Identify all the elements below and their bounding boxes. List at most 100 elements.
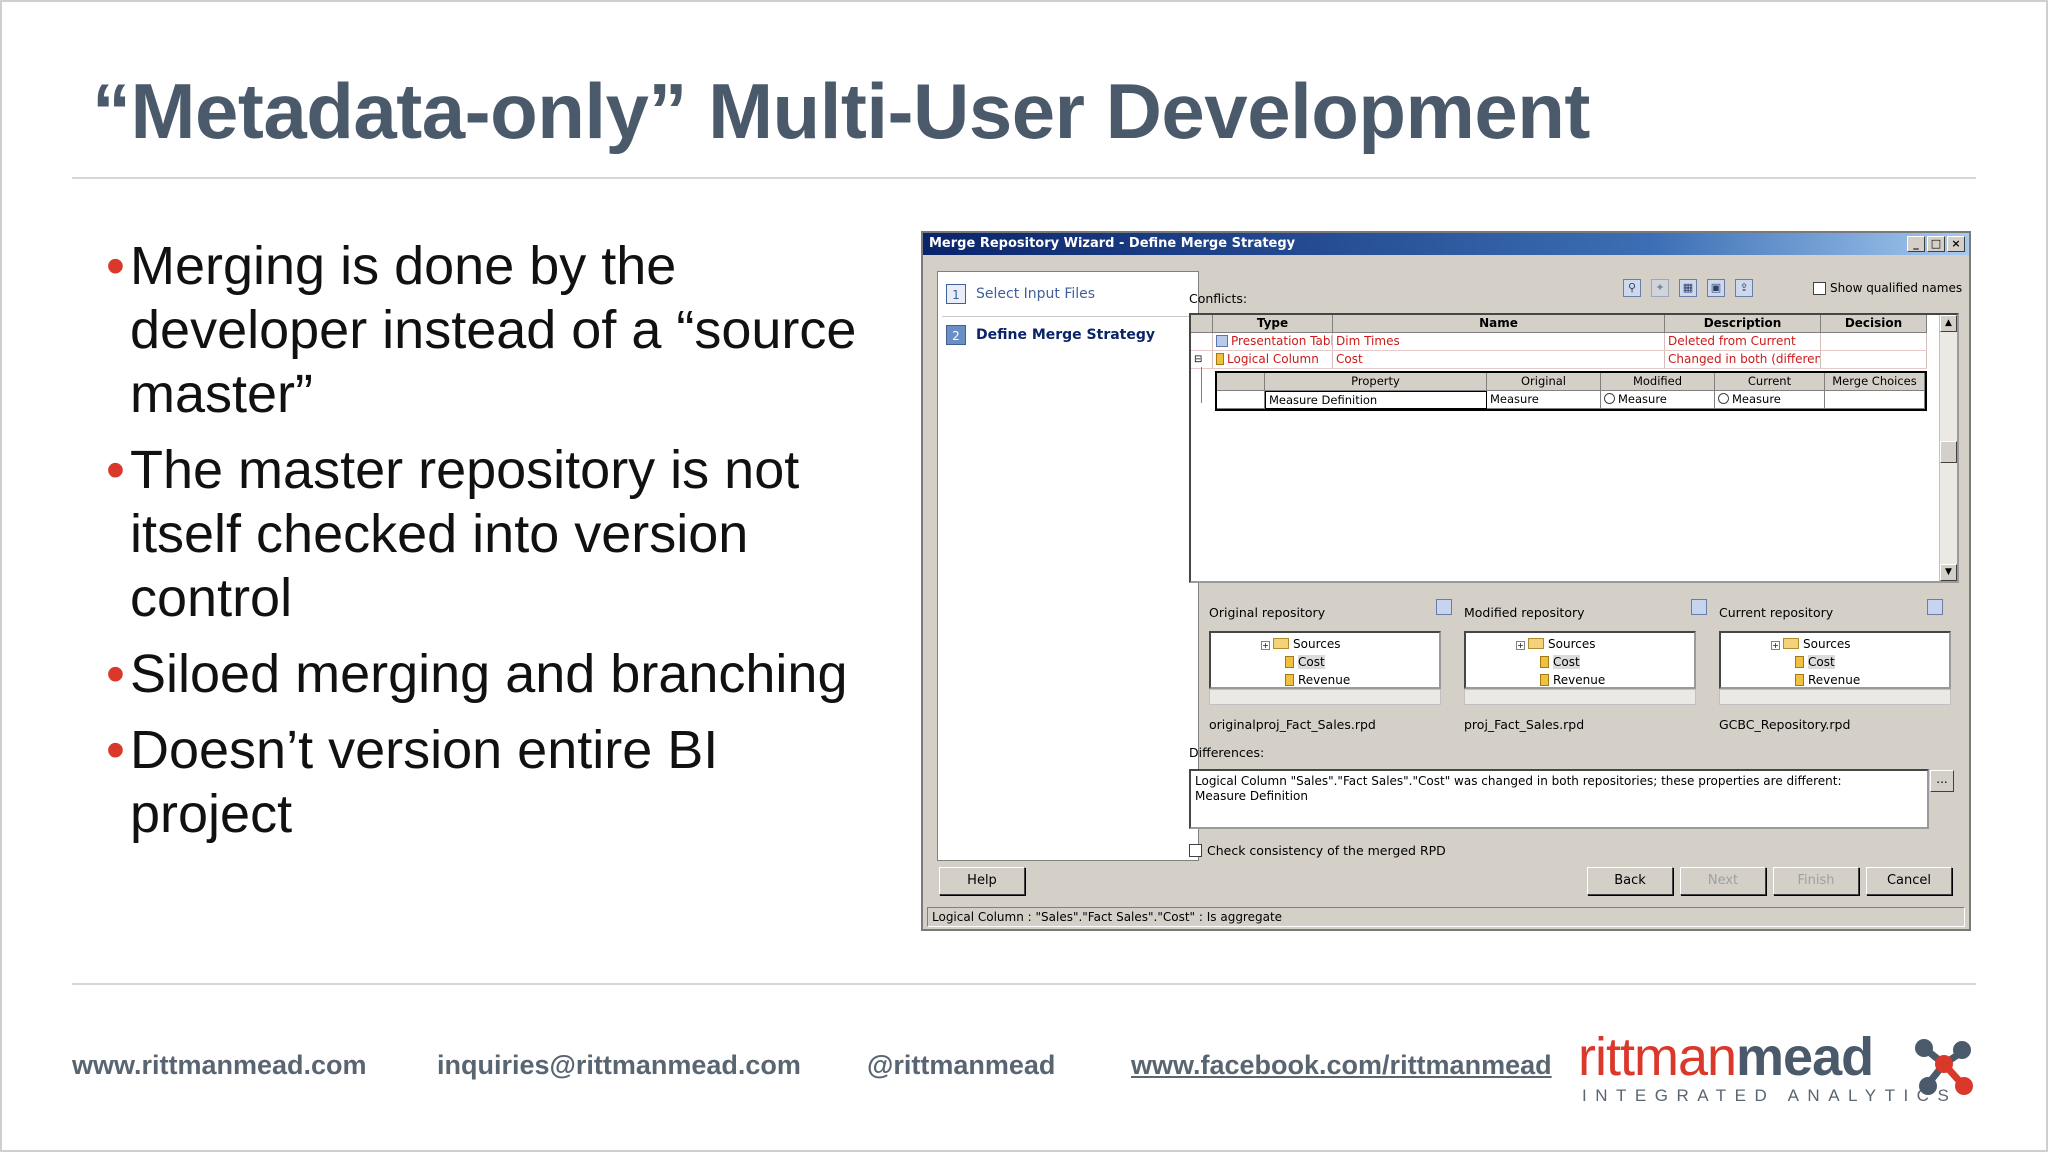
footer-facebook-link[interactable]: www.facebook.com/rittmanmead (1131, 1050, 1552, 1081)
column-header-decision[interactable]: Decision (1821, 315, 1927, 333)
column-header-modified[interactable]: Modified (1601, 373, 1715, 391)
column-header-name[interactable]: Name (1333, 315, 1665, 333)
scroll-thumb[interactable] (1940, 441, 1957, 463)
close-button[interactable]: × (1947, 236, 1965, 252)
next-button[interactable]: Next (1680, 867, 1766, 895)
bullet-text: The master repository is not itself chec… (130, 440, 800, 628)
cell-decision[interactable] (1821, 333, 1927, 350)
repo-options-icon[interactable] (1927, 599, 1943, 615)
cell-merge-choices[interactable] (1825, 391, 1925, 409)
cell-modified[interactable]: Measure (1601, 391, 1715, 409)
row-spacer (1217, 391, 1265, 409)
column-header-property[interactable]: Property (1265, 373, 1487, 391)
checkbox-label: Show qualified names (1830, 281, 1963, 295)
scroll-up-button[interactable]: ▲ (1940, 315, 1957, 332)
column-icon (1795, 656, 1804, 668)
repo-options-icon[interactable] (1691, 599, 1707, 615)
modified-radio[interactable] (1604, 393, 1615, 404)
bullet-text: Doesn’t version entire BI project (130, 720, 719, 844)
original-repo-file: originalproj_Fact_Sales.rpd (1209, 717, 1376, 732)
conflicts-toolbar: ⚲ ✦ ▦ ▣ ⇪ (1623, 279, 1753, 297)
footer-twitter[interactable]: @rittmanmead (867, 1050, 1055, 1081)
repo-options-icon[interactable] (1436, 599, 1452, 615)
current-repo-hscroll[interactable] (1719, 689, 1951, 705)
expand-icon[interactable]: + (1261, 641, 1270, 650)
show-qualified-names-checkbox[interactable]: Show qualified names (1813, 281, 1962, 295)
expand-icon[interactable]: + (1516, 641, 1525, 650)
tree-node-revenue[interactable]: Revenue (1540, 673, 1605, 687)
current-repo-tree[interactable]: + Sources Cost Revenue (1719, 631, 1951, 689)
tree-node-sources[interactable]: + Sources (1516, 637, 1595, 651)
column-header-type[interactable]: Type (1213, 315, 1333, 333)
modified-repo-hscroll[interactable] (1464, 689, 1696, 705)
conflicts-vscroll[interactable]: ▲ ▼ (1939, 315, 1957, 581)
tree-node-cost[interactable]: Cost (1795, 655, 1835, 669)
modified-repo-tree[interactable]: + Sources Cost Revenue (1464, 631, 1696, 689)
conflict-row[interactable]: Presentation Table Dim Times Deleted fro… (1191, 333, 1927, 351)
cell-description: Deleted from Current (1665, 333, 1821, 350)
cell-current[interactable]: Measure (1715, 391, 1825, 409)
minimize-button[interactable]: _ (1907, 236, 1925, 252)
step-define-merge-strategy[interactable]: 2 Define Merge Strategy (946, 317, 1155, 353)
export-icon[interactable]: ⇪ (1735, 279, 1753, 297)
property-row[interactable]: Measure Definition Measure Measure Measu… (1217, 391, 1925, 409)
pin-icon[interactable]: ✦ (1651, 279, 1669, 297)
binoculars-icon[interactable]: ⚲ (1623, 279, 1641, 297)
original-repo-hscroll[interactable] (1209, 689, 1441, 705)
column-header-current[interactable]: Current (1715, 373, 1825, 391)
footer-website[interactable]: www.rittmanmead.com (72, 1050, 367, 1081)
scroll-down-button[interactable]: ▼ (1940, 564, 1957, 581)
column-header-original[interactable]: Original (1487, 373, 1601, 391)
column-header-merge-choices[interactable]: Merge Choices (1825, 373, 1925, 391)
tree-node-sources[interactable]: + Sources (1771, 637, 1850, 651)
column-header-description[interactable]: Description (1665, 315, 1821, 333)
bullet-marker: • (106, 720, 125, 780)
column-icon (1285, 656, 1294, 668)
collapse-toggle[interactable]: ⊟ (1191, 351, 1213, 368)
conflicts-grid[interactable]: Type Name Description Decision Presentat… (1189, 313, 1959, 583)
checkbox-box[interactable] (1813, 281, 1826, 295)
status-bar: Logical Column : "Sales"."Fact Sales"."C… (927, 907, 1965, 927)
dialog-titlebar[interactable]: Merge Repository Wizard - Define Merge S… (923, 233, 1969, 255)
tree-node-sources[interactable]: + Sources (1261, 637, 1340, 651)
column-icon (1540, 674, 1549, 686)
back-button[interactable]: Back (1587, 867, 1673, 895)
property-header: Property Original Modified Current Merge… (1217, 373, 1925, 391)
differences-label: Differences: (1189, 745, 1265, 760)
current-radio[interactable] (1718, 393, 1729, 404)
expand-icon[interactable]: + (1771, 641, 1780, 650)
maximize-button[interactable]: □ (1927, 236, 1945, 252)
checkbox-box[interactable] (1189, 844, 1202, 857)
bullet-text: Merging is done by the developer instead… (130, 236, 857, 424)
differences-textbox[interactable]: Logical Column "Sales"."Fact Sales"."Cos… (1189, 769, 1929, 829)
original-repo-tree[interactable]: + Sources Cost Revenue (1209, 631, 1441, 689)
molecule-logo-icon (1915, 1039, 1973, 1095)
title-divider (72, 177, 1976, 179)
tree-node-cost[interactable]: Cost (1285, 655, 1325, 669)
differences-expand-button[interactable]: ... (1930, 770, 1954, 792)
help-button[interactable]: Help (939, 867, 1025, 895)
table-icon (1216, 335, 1228, 347)
grid-icon[interactable]: ▦ (1679, 279, 1697, 297)
cell-decision[interactable] (1821, 351, 1927, 368)
footer-email[interactable]: inquiries@rittmanmead.com (437, 1050, 801, 1081)
tree-node-cost[interactable]: Cost (1540, 655, 1580, 669)
cancel-button[interactable]: Cancel (1866, 867, 1952, 895)
property-subtable[interactable]: Property Original Modified Current Merge… (1215, 371, 1927, 411)
original-repo-label: Original repository (1209, 605, 1326, 620)
tree-node-revenue[interactable]: Revenue (1285, 673, 1350, 687)
tree-node-revenue[interactable]: Revenue (1795, 673, 1860, 687)
bullet-marker: • (106, 644, 125, 704)
check-consistency-checkbox[interactable]: Check consistency of the merged RPD (1189, 843, 1446, 858)
rittmanmead-logo: rittmanmead INTEGRATED ANALYTICS (1578, 1028, 1957, 1106)
step-label: Select Input Files (976, 286, 1096, 302)
save-icon[interactable]: ▣ (1707, 279, 1725, 297)
step-select-input-files[interactable]: 1 Select Input Files (946, 276, 1095, 312)
current-repo-file: GCBC_Repository.rpd (1719, 717, 1851, 732)
finish-button[interactable]: Finish (1773, 867, 1859, 895)
conflict-row[interactable]: ⊟ Logical Column Cost Changed in both (d… (1191, 351, 1927, 369)
checkbox-label: Check consistency of the merged RPD (1207, 843, 1446, 858)
cell-type: Presentation Table (1213, 333, 1333, 350)
conflicts-label: Conflicts: (1189, 291, 1248, 306)
slide-title: “Metadata-only” Multi-User Development (92, 67, 1590, 155)
